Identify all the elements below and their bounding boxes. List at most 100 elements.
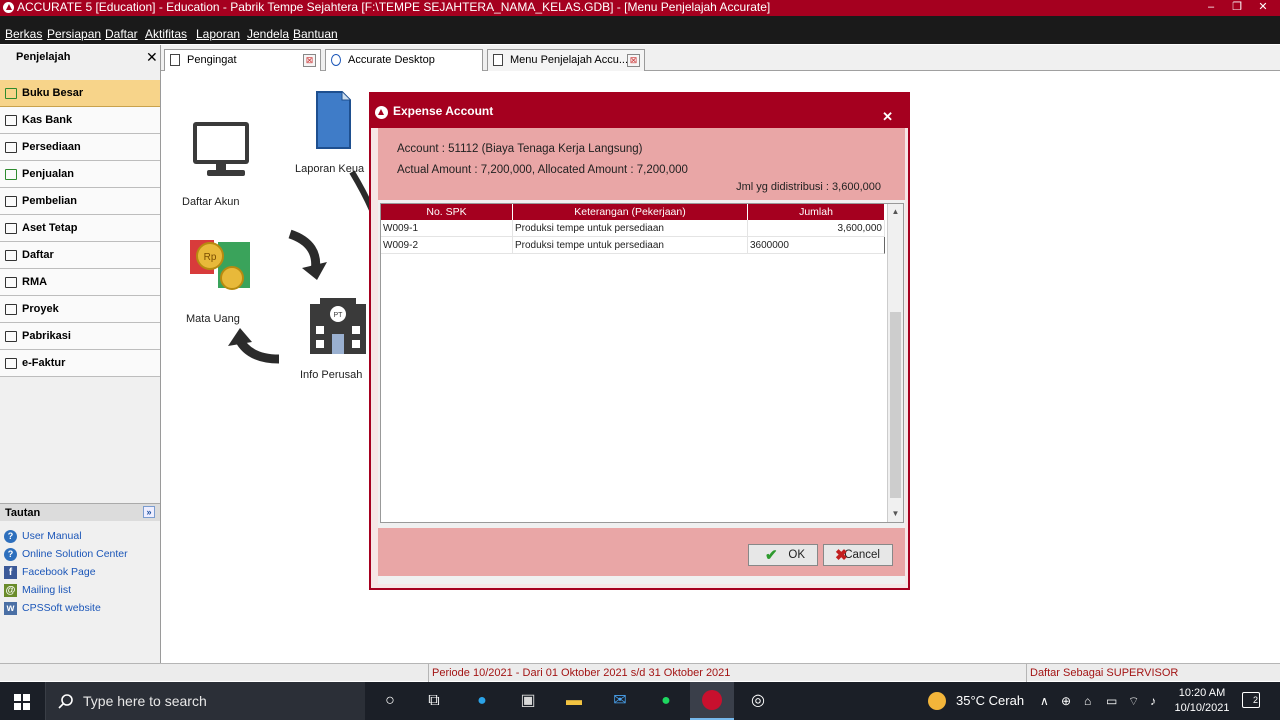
menu-persiapan[interactable]: Persiapan <box>47 27 101 41</box>
tab-menu-penjelajah[interactable]: Menu Penjelajah Accu... ⊠ <box>487 49 645 71</box>
cell-no-spk[interactable]: W009-2 <box>381 237 513 254</box>
collapse-icon[interactable]: » <box>143 506 155 518</box>
cell-jumlah-editor[interactable]: 3600000 <box>748 237 885 254</box>
task-view-icon[interactable]: ⧉ <box>422 690 446 712</box>
tautan-title: Tautan <box>5 507 41 519</box>
sidebar-item-pabrikasi[interactable]: Pabrikasi <box>0 323 160 350</box>
menu-aktifitas[interactable]: Aktifitas <box>145 27 187 41</box>
sidebar-item-rma[interactable]: RMA <box>0 269 160 296</box>
help-icon: ? <box>4 548 17 561</box>
menu-laporan[interactable]: Laporan <box>196 27 240 41</box>
link-label: User Manual <box>22 530 82 542</box>
menu-berkas[interactable]: Berkas <box>5 27 42 41</box>
fixed-asset-icon <box>5 223 17 234</box>
laporan-keuangan-label[interactable]: Laporan Keua <box>295 163 364 175</box>
cell-keterangan[interactable]: Produksi tempe untuk persediaan <box>513 220 748 237</box>
sidebar-item-proyek[interactable]: Proyek <box>0 296 160 323</box>
tab-label: Menu Penjelajah Accu... <box>510 54 629 66</box>
edge-browser-icon[interactable]: ● <box>470 690 494 712</box>
cell-no-spk[interactable]: W009-1 <box>381 220 513 237</box>
tab-pengingat[interactable]: Pengingat ⊠ <box>164 49 321 71</box>
notification-count: 2 <box>1252 695 1258 705</box>
network-icon[interactable]: ⊕ <box>1061 682 1071 720</box>
battery-icon[interactable]: ▭ <box>1106 682 1117 720</box>
scroll-up-icon[interactable]: ▲ <box>888 204 903 220</box>
menu-bantuan[interactable]: Bantuan <box>293 27 338 41</box>
sidebar-item-buku-besar[interactable]: Buku Besar <box>0 80 160 107</box>
taskbar-search-input[interactable]: Type here to search <box>45 682 365 720</box>
user-status: Daftar Sebagai SUPERVISOR <box>1026 664 1280 682</box>
ok-button[interactable]: ✔ OK <box>748 544 818 566</box>
document-icon <box>493 54 503 66</box>
grid-scrollbar[interactable]: ▲ ▼ <box>887 204 903 522</box>
purchase-icon <box>5 196 17 207</box>
scroll-thumb[interactable] <box>890 312 901 498</box>
app-icon[interactable]: ◎ <box>746 690 770 712</box>
sidebar-item-kas-bank[interactable]: Kas Bank <box>0 107 160 134</box>
title-spacer <box>0 16 1280 24</box>
clock[interactable]: 10:20 AM 10/10/2021 <box>1174 686 1230 716</box>
col-header-keterangan[interactable]: Keterangan (Pekerjaan) <box>513 204 748 220</box>
tab-accurate-desktop-welcome[interactable]: Accurate Desktop Welcome... <box>325 49 483 86</box>
website-icon: w <box>4 602 17 615</box>
windows-start-icon[interactable] <box>14 694 30 710</box>
mail-icon[interactable]: ✉ <box>608 690 632 712</box>
browser-icon <box>331 54 341 66</box>
daftar-akun-label[interactable]: Daftar Akun <box>182 196 239 208</box>
info-perusahaan-label[interactable]: Info Perusah <box>300 369 362 381</box>
close-window-button[interactable]: ✕ <box>1251 0 1275 16</box>
tab-close-icon[interactable]: ⊠ <box>627 54 640 67</box>
account-info-panel: Account : 51112 (Biaya Tenaga Kerja Lang… <box>378 128 905 200</box>
meet-icon[interactable]: ⌂ <box>1084 682 1091 720</box>
col-header-no-spk[interactable]: No. SPK <box>381 204 513 220</box>
restore-button[interactable]: ❐ <box>1225 0 1249 16</box>
sidebar-item-persediaan[interactable]: Persediaan <box>0 134 160 161</box>
cell-keterangan[interactable]: Produksi tempe untuk persediaan <box>513 237 748 254</box>
sidebar-item-daftar[interactable]: Daftar <box>0 242 160 269</box>
link-online-solution-center[interactable]: ? Online Solution Center <box>4 546 128 562</box>
period-status: Periode 10/2021 - Dari 01 Oktober 2021 s… <box>428 664 1025 682</box>
dialog-close-icon[interactable]: ✕ <box>882 106 893 128</box>
mata-uang-label[interactable]: Mata Uang <box>186 313 240 325</box>
sidebar-item-pembelian[interactable]: Pembelian <box>0 188 160 215</box>
tray-expand-icon[interactable]: ∧ <box>1040 682 1049 720</box>
link-facebook-page[interactable]: f Facebook Page <box>4 564 96 580</box>
col-header-jumlah[interactable]: Jumlah <box>748 204 885 220</box>
currency-badge: Rp <box>204 252 217 263</box>
link-mailing-list[interactable]: @ Mailing list <box>4 582 71 598</box>
document-tab-bar: Pengingat ⊠ Accurate Desktop Welcome... … <box>161 45 1280 86</box>
sidebar-item-penjualan[interactable]: Penjualan <box>0 161 160 188</box>
sidebar-item-aset-tetap[interactable]: Aset Tetap <box>0 215 160 242</box>
ok-label: OK <box>788 549 805 561</box>
volume-icon[interactable]: ♪ <box>1150 682 1156 720</box>
dialog-title: Expense Account <box>393 104 494 118</box>
clock-time: 10:20 AM <box>1178 687 1226 699</box>
mail-icon: @ <box>4 584 17 597</box>
link-cpssoft-website[interactable]: w CPSSoft website <box>4 600 101 616</box>
weather-text[interactable]: 35°C Cerah <box>956 682 1024 720</box>
accurate-taskbar-button[interactable] <box>690 682 734 720</box>
link-user-manual[interactable]: ? User Manual <box>4 528 82 544</box>
file-explorer-icon[interactable]: ▬ <box>562 690 586 712</box>
spotify-icon[interactable]: ● <box>654 690 678 712</box>
sidebar-close-icon[interactable]: ✕ <box>146 49 158 66</box>
status-bar: Periode 10/2021 - Dari 01 Oktober 2021 s… <box>0 663 1280 682</box>
store-icon[interactable]: ▣ <box>516 690 540 712</box>
sidebar-item-e-faktur[interactable]: e-Faktur <box>0 350 160 377</box>
expense-account-dialog: Expense Account ✕ Account : 51112 (Biaya… <box>369 92 910 590</box>
tab-close-icon[interactable]: ⊠ <box>303 54 316 67</box>
accurate-logo-icon <box>3 2 14 13</box>
notification-icon[interactable]: 2 <box>1242 692 1260 708</box>
minimize-button[interactable]: – <box>1199 0 1223 16</box>
wifi-icon[interactable]: ⌔ <box>1128 682 1139 720</box>
menu-jendela[interactable]: Jendela <box>247 27 289 41</box>
cross-icon: ✖ <box>835 547 848 564</box>
e-invoice-icon <box>5 358 17 369</box>
amount-line: Actual Amount : 7,200,000, Allocated Amo… <box>397 164 688 176</box>
cell-jumlah[interactable]: 3,600,000 <box>748 220 885 237</box>
cortana-icon[interactable]: ○ <box>378 690 402 712</box>
cancel-label: Cancel <box>844 549 880 561</box>
cancel-button[interactable]: ✖ Cancel <box>823 544 893 566</box>
scroll-down-icon[interactable]: ▼ <box>888 506 903 522</box>
menu-daftar[interactable]: Daftar <box>105 27 138 41</box>
